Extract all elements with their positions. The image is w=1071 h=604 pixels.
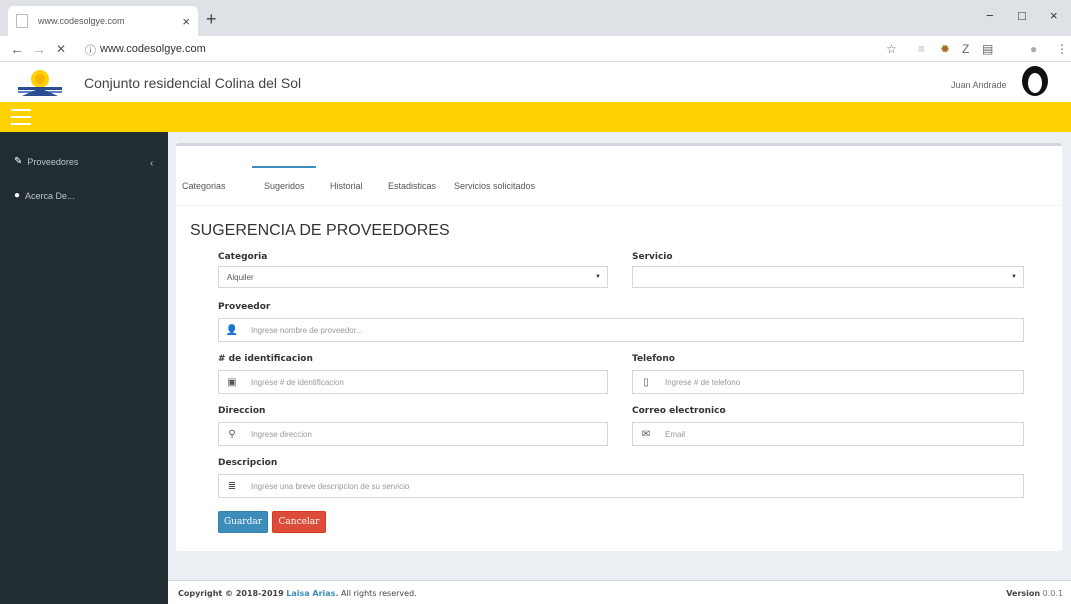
top-navbar (0, 102, 1071, 132)
telefono-placeholder: Ingrese # de telefono (665, 377, 741, 387)
user-icon: 👤 (225, 324, 239, 336)
stop-icon[interactable]: ✕ (56, 42, 66, 56)
proveedor-field[interactable]: 👤 Ingrese nombre de proveedor... (218, 318, 1024, 342)
email-placeholder: Email (665, 429, 686, 439)
page-favicon-icon (16, 14, 28, 28)
browser-tabbar: www.codesolgye.com × + − □ × (0, 0, 1071, 36)
sidebar-item-acerca[interactable]: ● Acerca De... (14, 190, 75, 201)
active-tab-indicator (252, 166, 316, 168)
map-marker-icon: ⚲ (228, 428, 236, 440)
maximize-icon[interactable]: □ (1018, 8, 1026, 23)
extension-icon[interactable]: ▤ (982, 42, 993, 56)
descripcion-label: Descripcion (218, 458, 278, 468)
sidebar-item-label: Acerca De... (25, 190, 75, 201)
browser-tab[interactable]: www.codesolgye.com × (8, 6, 198, 36)
tab-close-icon[interactable]: × (182, 14, 190, 29)
info-icon: ● (14, 190, 21, 201)
envelope-icon: ✉ (641, 428, 651, 440)
tab-estadisticas[interactable]: Estadisticas (388, 181, 436, 191)
bookmark-star-icon[interactable]: ☆ (886, 42, 897, 56)
direccion-field[interactable]: ⚲ Ingrese direccion (218, 422, 608, 446)
telefono-label: Telefono (632, 354, 675, 364)
new-tab-icon[interactable]: + (206, 9, 217, 30)
copyright-text: Copyright © 2018-2019 Laisa Arias. All r… (178, 589, 417, 598)
address-bar: ← → ✕ ⓘ www.codesolgye.com ☆ ≡ ✹ Z ▤ ● ⋮ (0, 36, 1071, 62)
url-input[interactable]: www.codesolgye.com (100, 43, 206, 55)
profile-icon[interactable]: ● (1030, 42, 1037, 56)
direccion-label: Direccion (218, 406, 266, 416)
rights-text: All rights reserved. (341, 589, 417, 598)
hamburger-menu-icon[interactable] (11, 109, 31, 125)
caret-down-icon: ▼ (1011, 274, 1017, 280)
correo-label: Correo electronico (632, 406, 726, 416)
wrench-icon: ✎ (14, 156, 23, 167)
extension-icon[interactable]: ✹ (940, 42, 950, 56)
descripcion-placeholder: Ingrese una breve descripcion de su serv… (251, 481, 410, 491)
content-box: Categorias Sugeridos Historial Estadisti… (176, 143, 1062, 551)
identificacion-label: # de identificacion (218, 354, 313, 364)
caret-down-icon: ▼ (595, 274, 601, 280)
telefono-field[interactable]: ▯ Ingrese # de telefono (632, 370, 1024, 394)
extension-icon[interactable]: ≡ (918, 42, 925, 56)
proveedor-label: Proveedor (218, 302, 271, 312)
sidebar-item-label: Proveedores (27, 156, 79, 167)
categoria-select[interactable]: Alquiler ▼ (218, 266, 608, 288)
author-link[interactable]: Laisa Arias. (286, 589, 338, 598)
app-header: Conjunto residencial Colina del Sol Juan… (0, 62, 1071, 102)
id-card-icon: ▣ (227, 376, 237, 388)
chevron-left-icon[interactable]: ‹ (150, 158, 153, 169)
proveedor-placeholder: Ingrese nombre de proveedor... (251, 325, 363, 335)
identificacion-field[interactable]: ▣ Ingrese # de identificacion (218, 370, 608, 394)
copyright-prefix: Copyright © 2018-2019 (178, 589, 284, 598)
cancel-button[interactable]: Cancelar (272, 511, 326, 533)
extension-icon[interactable]: Z (962, 42, 969, 56)
tab-bar: Categorias Sugeridos Historial Estadisti… (176, 166, 1062, 206)
version-text: Version 0.0.1 (1006, 589, 1063, 598)
page-title: SUGERENCIA DE PROVEEDORES (190, 222, 450, 239)
version-number: 0.0.1 (1042, 589, 1063, 598)
identificacion-placeholder: Ingrese # de identificacion (251, 377, 344, 387)
user-name[interactable]: Juan Andrade (951, 80, 1007, 90)
app-title: Conjunto residencial Colina del Sol (84, 75, 302, 91)
tab-servicios-solicitados[interactable]: Servicios solicitados (454, 181, 535, 191)
servicio-select[interactable]: ▼ (632, 266, 1024, 288)
direccion-placeholder: Ingrese direccion (251, 429, 312, 439)
footer: Copyright © 2018-2019 Laisa Arias. All r… (168, 580, 1071, 604)
mobile-phone-icon: ▯ (643, 376, 649, 388)
sidebar (0, 132, 168, 604)
email-field[interactable]: ✉ Email (632, 422, 1024, 446)
menu-kebab-icon[interactable]: ⋮ (1056, 42, 1068, 56)
categoria-label: Categoria (218, 252, 268, 262)
back-icon[interactable]: ← (10, 41, 24, 57)
categoria-value: Alquiler (227, 272, 254, 282)
forward-icon[interactable]: → (32, 41, 46, 57)
save-button[interactable]: Guardar (218, 511, 268, 533)
descripcion-field[interactable]: ≣ Ingrese una breve descripcion de su se… (218, 474, 1024, 498)
align-justify-icon: ≣ (227, 480, 237, 492)
avatar[interactable] (1020, 66, 1050, 98)
site-info-icon[interactable]: ⓘ (85, 42, 96, 58)
tab-historial[interactable]: Historial (330, 181, 363, 191)
logo-icon (18, 70, 62, 96)
tab-title: www.codesolgye.com (38, 16, 125, 26)
tab-categorias[interactable]: Categorias (182, 181, 226, 191)
sidebar-item-proveedores[interactable]: ✎ Proveedores (14, 156, 78, 167)
tab-sugeridos[interactable]: Sugeridos (264, 181, 305, 191)
window-close-icon[interactable]: × (1050, 8, 1058, 23)
version-label: Version (1006, 589, 1041, 598)
servicio-label: Servicio (632, 252, 673, 262)
minimize-icon[interactable]: − (986, 8, 994, 23)
